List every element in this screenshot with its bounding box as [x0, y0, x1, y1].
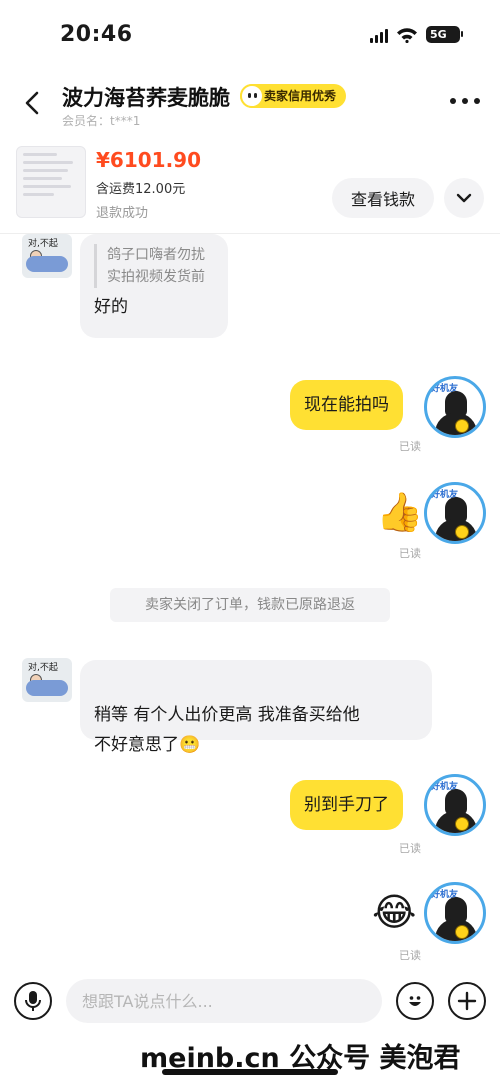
smiley-icon	[409, 996, 421, 1006]
credit-badge-label: 卖家信用优秀	[264, 89, 337, 103]
signal-icon	[370, 27, 388, 43]
order-thumbnail[interactable]	[16, 146, 86, 218]
chevron-down-icon	[456, 193, 472, 203]
view-money-button[interactable]: 查看钱款	[332, 178, 434, 218]
emoji-button[interactable]	[396, 982, 434, 1020]
more-options-icon[interactable]	[450, 98, 480, 104]
status-icons: 5G	[370, 26, 463, 43]
input-bar	[0, 974, 500, 1032]
seller-avatar[interactable]: 对,不起	[22, 658, 72, 702]
plus-icon	[457, 991, 477, 1011]
message-bubble[interactable]: 鸽子口嗨者勿扰 实拍视频发货前 好的	[80, 234, 228, 338]
back-arrow-icon[interactable]	[18, 88, 48, 118]
status-time: 20:46	[60, 22, 133, 47]
system-notice: 卖家关闭了订单，钱款已原路退返	[110, 588, 390, 622]
message-text: 好的	[94, 297, 128, 317]
message-bubble[interactable]: 稍等 有个人出价更高 我准备买给他 不好意思了😬	[80, 660, 432, 755]
order-shipping: 含运费12.00元	[96, 182, 186, 197]
wifi-icon	[397, 27, 417, 43]
read-receipt: 已读	[399, 440, 421, 453]
expand-button[interactable]	[444, 178, 484, 218]
read-receipt: 已读	[399, 842, 421, 855]
chat-header: 波力海苔荞麦脆脆 卖家信用优秀 会员名：t***1	[0, 72, 500, 140]
order-price: ¥6101.90	[96, 148, 202, 172]
voice-button[interactable]	[14, 982, 52, 1020]
message-text: 现在能拍吗	[304, 395, 389, 415]
order-card[interactable]: ¥6101.90 含运费12.00元 退款成功 查看钱款	[0, 140, 500, 232]
home-indicator[interactable]	[162, 1069, 338, 1075]
credit-badge[interactable]: 卖家信用优秀	[240, 84, 347, 108]
message-text: 稍等 有个人出价更高 我准备买给他 不好意思了😬	[94, 705, 360, 755]
microphone-icon	[25, 991, 41, 1011]
my-avatar[interactable]: 好机友	[424, 376, 486, 438]
order-status: 退款成功	[96, 206, 149, 221]
status-bar: 20:46 5G	[0, 0, 500, 72]
laughing-emoji-sticker[interactable]: 😂	[372, 890, 416, 934]
my-avatar[interactable]: 好机友	[424, 482, 486, 544]
quoted-text: 鸽子口嗨者勿扰 实拍视频发货前	[94, 244, 214, 288]
read-receipt: 已读	[399, 547, 421, 560]
seller-avatar[interactable]: 对,不起	[22, 234, 72, 278]
my-avatar[interactable]: 好机友	[424, 882, 486, 944]
member-name: 会员名：t***1	[62, 114, 141, 128]
seller-name[interactable]: 波力海苔荞麦脆脆	[62, 82, 230, 112]
message-text: 别到手刀了	[304, 795, 389, 815]
battery-icon: 5G	[426, 26, 463, 43]
avatar-caption: 对,不起	[28, 239, 58, 249]
avatar-caption: 对,不起	[28, 663, 58, 673]
message-bubble[interactable]: 现在能拍吗	[290, 380, 403, 430]
fish-mascot-icon	[240, 84, 264, 108]
message-input[interactable]	[66, 979, 382, 1023]
read-receipt: 已读	[399, 949, 421, 962]
my-avatar[interactable]: 好机友	[424, 774, 486, 836]
message-bubble[interactable]: 别到手刀了	[290, 780, 403, 830]
chat-area[interactable]: 对,不起 鸽子口嗨者勿扰 实拍视频发货前 好的 现在能拍吗 好机友 已读 👍🌸 …	[0, 234, 500, 974]
more-actions-button[interactable]	[448, 982, 486, 1020]
